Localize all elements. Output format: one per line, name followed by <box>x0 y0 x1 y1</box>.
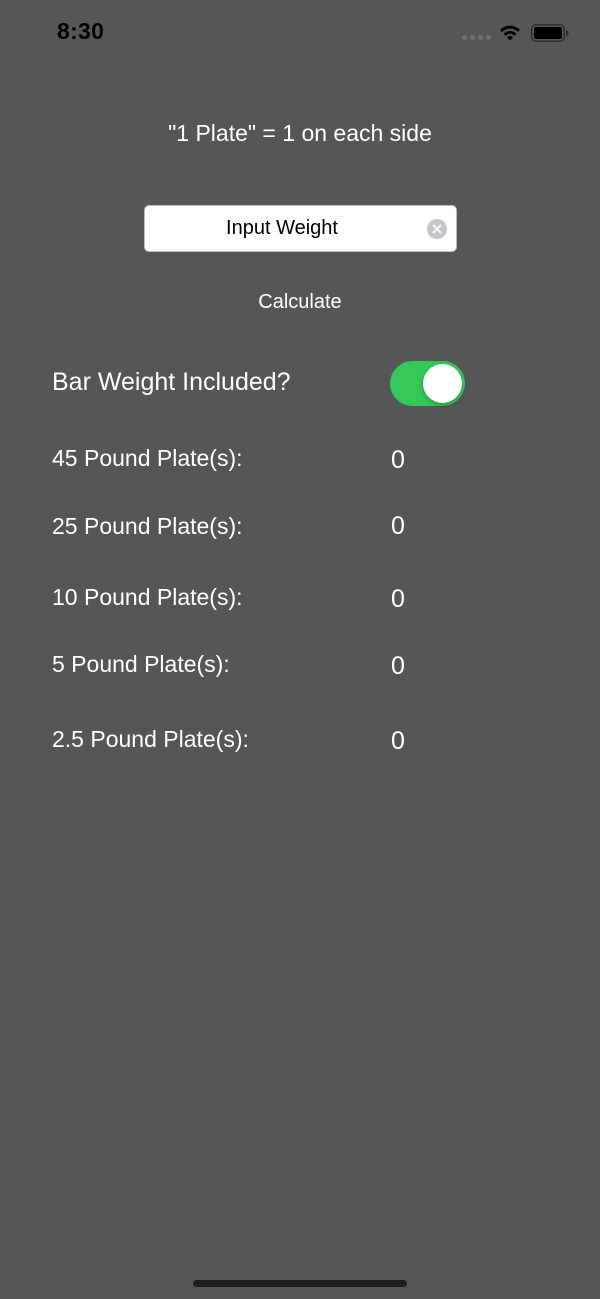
wifi-icon <box>500 25 520 41</box>
plate-5-count: 0 <box>391 652 405 680</box>
plate-25-count: 0 <box>391 512 405 540</box>
plate-10-count: 0 <box>391 585 405 613</box>
status-time: 8:30 <box>57 18 105 44</box>
bar-weight-toggle[interactable] <box>390 361 465 406</box>
plate-10-label: 10 Pound Plate(s): <box>52 584 243 610</box>
calculate-button[interactable]: Calculate <box>0 291 600 314</box>
close-icon <box>432 224 442 234</box>
cellular-signal-icon <box>462 35 491 40</box>
weight-input-container <box>144 205 457 252</box>
plate-25-label: 25 Pound Plate(s): <box>52 513 243 539</box>
plate-2-5-count: 0 <box>391 727 405 755</box>
plate-45-count: 0 <box>391 446 405 474</box>
weight-input[interactable] <box>145 206 419 251</box>
status-bar: 8:30 <box>0 0 600 70</box>
clear-input-button[interactable] <box>427 219 447 239</box>
plate-note: "1 Plate" = 1 on each side <box>168 120 432 146</box>
home-indicator[interactable] <box>193 1280 407 1287</box>
battery-icon <box>531 24 569 42</box>
plate-45-label: 45 Pound Plate(s): <box>52 445 243 471</box>
bar-weight-label: Bar Weight Included? <box>52 368 291 396</box>
plate-5-label: 5 Pound Plate(s): <box>52 651 230 677</box>
plate-2-5-label: 2.5 Pound Plate(s): <box>52 726 249 752</box>
toggle-knob <box>423 364 462 403</box>
